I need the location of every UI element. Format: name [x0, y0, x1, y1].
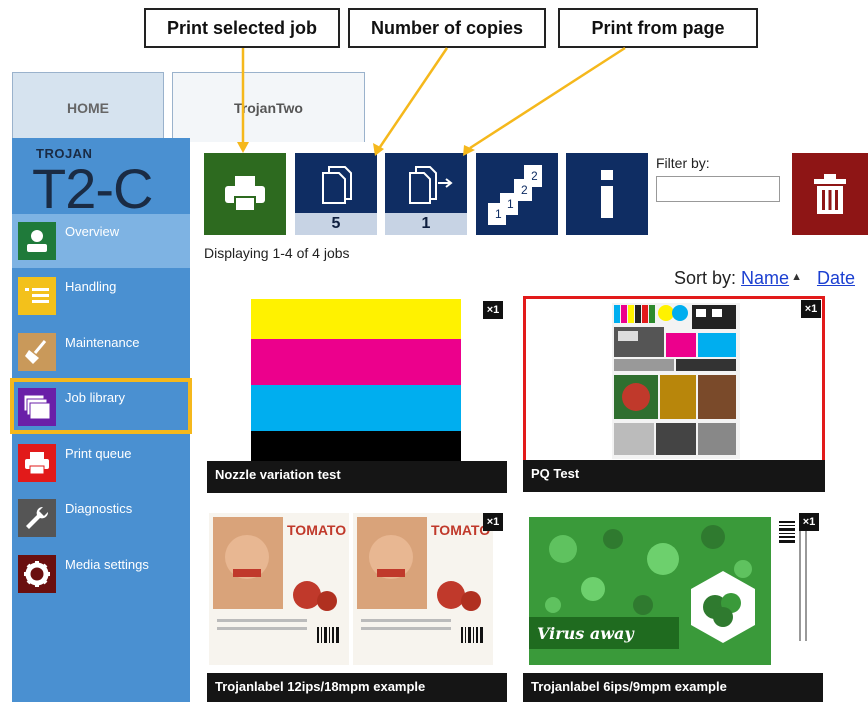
- copies-badge: ×1: [801, 300, 821, 318]
- gear-icon: [18, 555, 56, 593]
- job-card-nozzle[interactable]: ×1 Nozzle variation test: [207, 297, 507, 493]
- filter-label: Filter by:: [656, 155, 710, 171]
- sort-date-link[interactable]: Date: [817, 268, 855, 288]
- copies-icon: [322, 166, 352, 204]
- page-order-button[interactable]: 2 2 1 1: [476, 153, 558, 235]
- trash-icon: [814, 174, 846, 214]
- arrow-number-copies: [378, 47, 449, 148]
- arrow-head-print-selected: [237, 142, 249, 153]
- wrench-icon: [18, 499, 56, 537]
- printer-icon: [18, 444, 56, 482]
- sidebar-item-overview[interactable]: Overview: [12, 214, 190, 268]
- sidebar-item-label: Media settings: [65, 557, 149, 572]
- svg-text:1: 1: [495, 207, 502, 221]
- sort-caret-icon: ▲: [791, 271, 802, 283]
- job-title: Trojanlabel 6ips/9mpm example: [523, 673, 823, 702]
- filter-input[interactable]: [656, 176, 780, 202]
- sidebar-item-label: Diagnostics: [65, 501, 133, 516]
- job-title: PQ Test: [523, 460, 825, 492]
- sidebar-item-media-settings[interactable]: Media settings: [12, 547, 190, 601]
- sidebar-item-label: Overview: [65, 224, 120, 239]
- sort-name-link[interactable]: Name: [741, 268, 789, 288]
- callout-print-selected: Print selected job: [144, 8, 340, 48]
- job-info-button[interactable]: [566, 153, 648, 235]
- svg-text:2: 2: [531, 169, 538, 183]
- sort-bar: Sort by: Name ▲ Date: [674, 268, 855, 289]
- job-card-pq-test[interactable]: ×1 PQ Test: [523, 296, 825, 492]
- delete-button[interactable]: [792, 153, 868, 235]
- tab-trojantwo[interactable]: TrojanTwo: [172, 72, 365, 142]
- copies-value: 5: [295, 213, 377, 235]
- svg-text:2: 2: [521, 183, 528, 197]
- page-order-icon: 2 2 1 1: [488, 165, 542, 225]
- sidebar-item-maintenance[interactable]: Maintenance: [12, 325, 190, 379]
- job-card-12ips[interactable]: TOMATO TOMATO ×1 Trojanlabel 12ips/18mpm…: [207, 509, 507, 702]
- job-library-highlight: [10, 378, 192, 434]
- sidebar-item-label: Print queue: [65, 446, 132, 461]
- handling-icon: [18, 277, 56, 315]
- sidebar-item-label: Handling: [65, 279, 117, 294]
- print-from-page-button[interactable]: 1: [385, 153, 467, 235]
- tab-home[interactable]: HOME: [12, 72, 164, 142]
- page-arrow-icon: [409, 166, 453, 204]
- virus-away-text: Virus away: [537, 624, 635, 643]
- svg-text:1: 1: [507, 197, 514, 211]
- job-title: Trojanlabel 12ips/18mpm example: [207, 673, 507, 702]
- job-title: Nozzle variation test: [207, 461, 507, 493]
- number-of-copies-button[interactable]: 5: [295, 153, 377, 235]
- callout-print-from-page: Print from page: [558, 8, 758, 48]
- displaying-count: Displaying 1-4 of 4 jobs: [204, 245, 350, 261]
- broom-icon: [18, 333, 56, 371]
- printer-icon: [225, 176, 265, 212]
- job-card-6ips[interactable]: Virus away ×1 Trojanlabel 6ips/9mpm exam…: [523, 509, 823, 702]
- sidebar-item-diagnostics[interactable]: Diagnostics: [12, 491, 190, 545]
- brand-logo: T2-C: [32, 157, 153, 220]
- sidebar-item-handling[interactable]: Handling: [12, 269, 190, 323]
- copies-badge: ×1: [483, 513, 503, 531]
- sidebar-item-label: Maintenance: [65, 335, 140, 350]
- person-icon: [18, 222, 56, 260]
- tomato-brand-text: TOMATO: [287, 522, 346, 538]
- callout-number-copies: Number of copies: [348, 8, 546, 48]
- app-root: Print selected job Number of copies Prin…: [0, 0, 868, 702]
- copies-badge: ×1: [483, 301, 503, 319]
- sort-label: Sort by:: [674, 268, 737, 288]
- print-selected-button[interactable]: [204, 153, 286, 235]
- copies-badge: ×1: [799, 513, 819, 531]
- sidebar-item-print-queue[interactable]: Print queue: [12, 436, 190, 490]
- page-value: 1: [385, 213, 467, 235]
- info-icon: [601, 170, 613, 218]
- arrow-print-from-page: [469, 46, 626, 150]
- tomato-brand-text-2: TOMATO: [431, 522, 490, 538]
